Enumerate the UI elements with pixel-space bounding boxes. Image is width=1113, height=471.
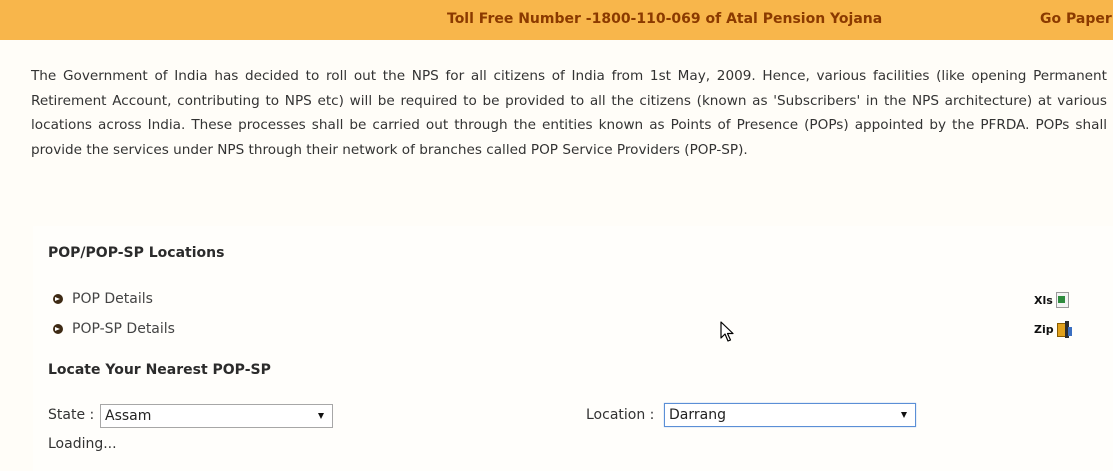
state-selected-value: Assam (105, 408, 152, 424)
locate-pop-sp-heading: Locate Your Nearest POP-SP (48, 362, 271, 378)
location-select[interactable]: Darrang (664, 403, 916, 427)
pop-details-link[interactable]: POP Details (53, 291, 153, 307)
xls-label: Xls (1034, 293, 1053, 307)
mouse-pointer-icon (720, 321, 734, 342)
state-select[interactable]: Assam (100, 404, 333, 428)
dropdown-caret-icon (318, 413, 324, 419)
announcement-bar: Toll Free Number -1800-110-069 of Atal P… (0, 0, 1113, 40)
pop-details-xls-download[interactable]: Xls (1034, 292, 1069, 308)
pop-locations-heading: POP/POP-SP Locations (48, 245, 225, 261)
intro-paragraph: The Government of India has decided to r… (31, 68, 1107, 158)
pop-sp-details-label: POP-SP Details (72, 321, 175, 337)
location-label: Location : (586, 407, 655, 423)
xls-file-icon (1055, 292, 1069, 308)
location-selected-value: Darrang (669, 407, 726, 423)
arrow-bullet-icon (53, 324, 63, 334)
pop-sp-details-link[interactable]: POP-SP Details (53, 321, 175, 337)
arrow-bullet-icon (53, 294, 63, 304)
zip-label: Zip (1034, 323, 1054, 336)
ticker-toll-free[interactable]: Toll Free Number -1800-110-069 of Atal P… (447, 11, 882, 27)
zip-file-icon (1056, 321, 1072, 338)
pop-sp-details-zip-download[interactable]: Zip (1034, 321, 1072, 338)
ticker-go-paper[interactable]: Go Paper (1040, 11, 1112, 27)
loading-status: Loading... (48, 436, 117, 452)
pop-details-label: POP Details (72, 291, 153, 307)
dropdown-caret-icon (901, 412, 907, 418)
state-label: State : (48, 407, 95, 423)
pop-locations-panel (33, 226, 1113, 471)
